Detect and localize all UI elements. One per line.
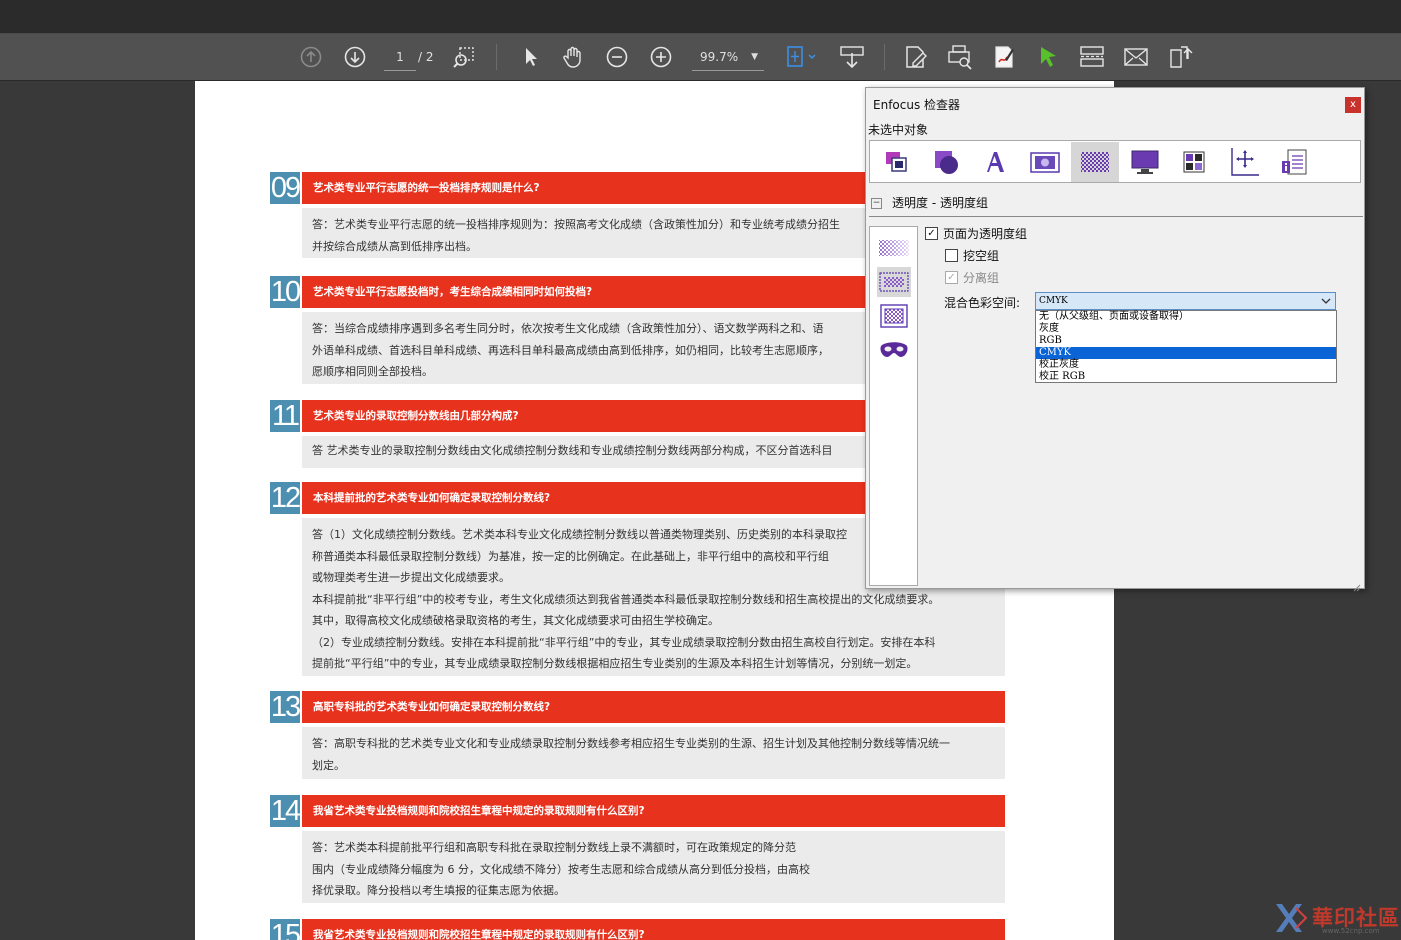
isolated-group-checkbox: ✓ 分离组 [945, 269, 999, 286]
question-number: 10 [270, 276, 301, 308]
answer-line: 答：高职专科批的艺术类专业文化和专业成绩录取控制分数线参考相应招生专业类别的生源… [312, 737, 950, 750]
main-toolbar: 1 / 2 99.7% ▼ [0, 34, 1401, 81]
watermark: 華印社區 www.52cnp.com [1268, 898, 1400, 938]
info-icon[interactable] [1270, 142, 1318, 182]
watermark-url: www.52cnp.com [1322, 927, 1380, 935]
sign-icon[interactable] [990, 43, 1018, 71]
transparency-group-icon[interactable] [877, 267, 911, 297]
question-number: 11 [270, 400, 300, 432]
shape-icon[interactable] [922, 142, 970, 182]
download-icon[interactable] [838, 43, 866, 71]
export-icon[interactable] [1166, 43, 1194, 71]
page-total: / 2 [418, 50, 434, 64]
question-number: 14 [270, 795, 301, 827]
answer-box: 答：艺术类本科提前批平行组和高职专科批在录取控制分数线上录不满额时，可在政策规定… [302, 831, 1005, 903]
checkbox-label: 挖空组 [963, 249, 1000, 263]
blend-space-select[interactable]: CMYK [1035, 292, 1336, 310]
dropdown-option[interactable]: RGB [1036, 335, 1336, 347]
section-title: 透明度 - 透明度组 [892, 196, 988, 210]
answer-line: （2）专业成绩控制分数线。安排在本科提前批“非平行组”中的专业，其专业成绩录取控… [312, 635, 936, 649]
question-number: 12 [270, 482, 301, 514]
checkbox-label: 分离组 [963, 271, 1000, 285]
page-transparency-group-checkbox[interactable]: ✓ 页面为透明度组 [925, 225, 1027, 242]
answer-line: 其中，取得高校文化成绩破格录取资格的考生，其文化成绩要求可由招生学校确定。 [312, 614, 719, 627]
answer-line: 答：艺术类本科提前批平行组和高职专科批在录取控制分数线上录不满额时，可在政策规定… [312, 841, 796, 854]
color-icon[interactable] [1170, 142, 1218, 182]
panel-title: Enfocus 检查器 [873, 98, 961, 112]
monitor-icon[interactable] [1121, 142, 1169, 182]
transparency-pattern-icon[interactable] [877, 233, 911, 263]
answer-line: 围内（专业成绩降分幅度为 6 分，文化成绩不降分）按考生志愿和综合成绩从高分到低… [312, 862, 810, 876]
select-arrow-icon[interactable] [516, 43, 544, 71]
next-page-icon[interactable] [341, 43, 369, 71]
collapse-toggle[interactable]: − [871, 198, 882, 209]
viewer-left-margin [0, 81, 195, 940]
question-number: 15 [270, 919, 301, 940]
dropdown-option[interactable]: 校正灰度 [1036, 359, 1336, 371]
text-icon[interactable] [971, 142, 1019, 182]
dropdown-option[interactable]: 无（从父级组、页面或设备取得） [1036, 311, 1336, 323]
chevron-down-icon: ▼ [751, 52, 758, 62]
watermark-logo-icon [1276, 904, 1308, 932]
answer-line: 提前批“平行组”中的专业，其专业成绩录取控制分数线根据相应招生专业类别的生源及本… [312, 657, 918, 670]
image-icon[interactable] [1021, 142, 1069, 182]
dropdown-option[interactable]: 校正 RGB [1036, 371, 1336, 383]
question-number: 09 [270, 172, 301, 204]
zoom-out-icon[interactable] [603, 43, 631, 71]
answer-box: 答：高职专科批的艺术类专业文化和专业成绩录取控制分数线参考相应招生专业类别的生源… [302, 727, 1005, 779]
enfocus-arrow-icon[interactable] [1034, 43, 1062, 71]
close-button[interactable]: x [1345, 97, 1361, 113]
answer-line: 本科提前批“非平行组”中的校考专业，考生文化成绩须达到我省普通类本科最低录取控制… [312, 592, 940, 606]
marquee-zoom-icon[interactable] [450, 43, 478, 71]
section-header[interactable]: − 透明度 - 透明度组 [871, 194, 988, 211]
dropdown-option-selected[interactable]: CMYK [1036, 347, 1336, 359]
select-value: CMYK [1039, 296, 1068, 306]
toolbar-separator [884, 44, 885, 70]
checkbox-box: ✓ [945, 271, 958, 284]
page-number-input[interactable]: 1 [384, 44, 416, 71]
zoom-level-select[interactable]: 99.7% ▼ [692, 44, 764, 71]
knockout-icon[interactable] [877, 301, 911, 331]
fit-page-icon[interactable] [784, 43, 820, 71]
question-title: 我省艺术类专业投档规则和院校招生章程中规定的录取规则有什么区别? [302, 919, 1005, 940]
selection-status: 未选中对象 [868, 123, 929, 137]
prev-page-icon[interactable] [297, 43, 325, 71]
print-preview-icon[interactable] [946, 43, 974, 71]
subcategory-bar [869, 226, 918, 586]
checkbox-label: 页面为透明度组 [943, 227, 1028, 241]
inspector-category-bar [869, 140, 1361, 183]
compare-icon[interactable] [1078, 43, 1106, 71]
toolbar-separator [496, 44, 497, 70]
zoom-value: 99.7% [700, 50, 739, 64]
question-number: 13 [270, 691, 301, 723]
question-title: 高职专科批的艺术类专业如何确定录取控制分数线? [302, 691, 1005, 723]
blend-space-dropdown: 无（从父级组、页面或设备取得） 灰度 RGB CMYK 校正灰度 校正 RGB [1035, 310, 1337, 383]
window-title-bar [0, 0, 1401, 34]
transparency-icon[interactable] [1071, 142, 1119, 182]
checkbox-box [945, 249, 958, 262]
answer-line: 划定。 [312, 758, 345, 772]
position-icon[interactable] [1220, 142, 1268, 182]
zoom-in-icon[interactable] [647, 43, 675, 71]
object-icon[interactable] [872, 142, 920, 182]
checkbox-box: ✓ [925, 227, 938, 240]
dropdown-option[interactable]: 灰度 [1036, 323, 1336, 335]
section-divider [869, 216, 1363, 217]
blend-space-label: 混合色彩空间: [944, 296, 1021, 310]
mask-icon[interactable] [877, 335, 911, 365]
question-title: 我省艺术类专业投档规则和院校招生章程中规定的录取规则有什么区别? [302, 795, 1005, 827]
answer-line: 择优录取。降分投档以考生填报的征集志愿为依据。 [312, 884, 565, 897]
mail-icon[interactable] [1122, 43, 1150, 71]
hand-icon[interactable] [559, 43, 587, 71]
enfocus-inspector-panel: Enfocus 检查器 x 未选中对象 − 透明度 - 透明度组 ✓ 页面为透明… [865, 87, 1365, 592]
knockout-group-checkbox[interactable]: 挖空组 [945, 247, 999, 264]
edit-pdf-icon[interactable] [902, 43, 930, 71]
resize-grip-icon[interactable] [1353, 577, 1361, 592]
